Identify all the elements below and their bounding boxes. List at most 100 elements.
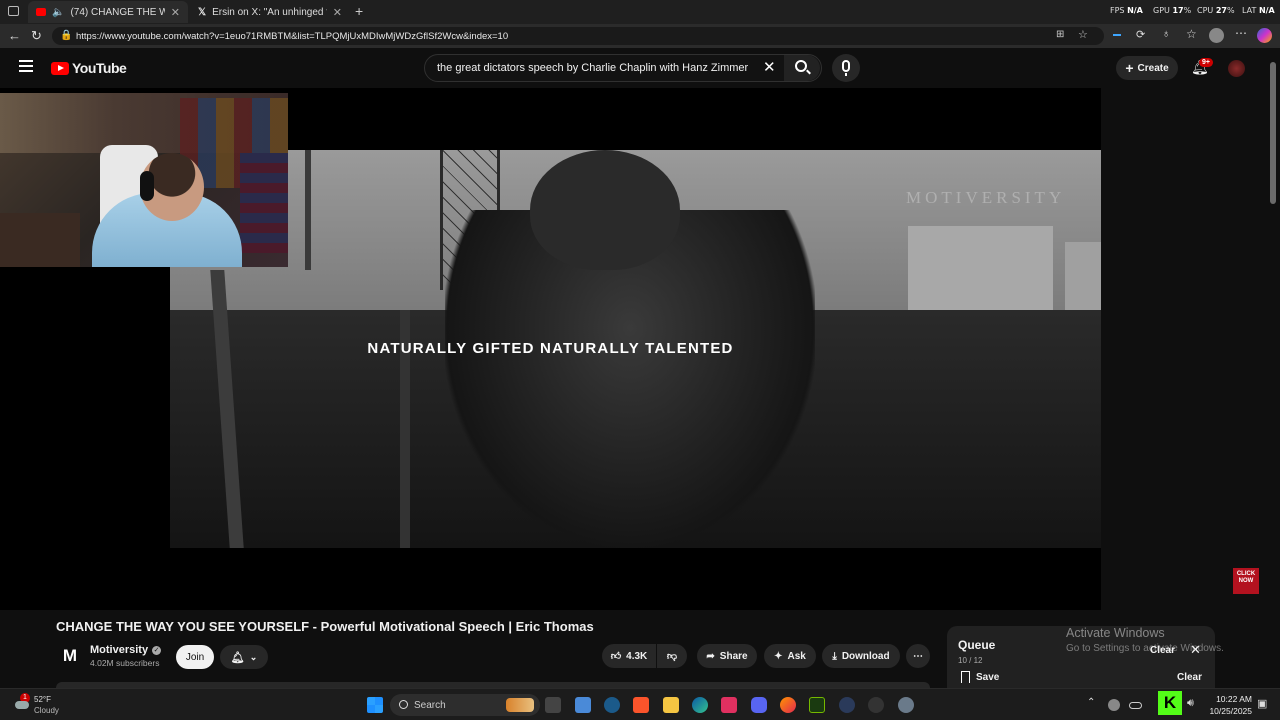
- voice-search-button[interactable]: [832, 54, 860, 82]
- close-tab-icon[interactable]: ✕: [333, 6, 342, 19]
- profile-avatar[interactable]: [1209, 28, 1224, 43]
- channel-info: Motiversity ✓ 4.02M subscribers: [90, 644, 162, 668]
- discord-icon[interactable]: [751, 697, 767, 713]
- fps-readout: FPS N/A: [1110, 6, 1143, 15]
- youtube-logo-text: YouTube: [72, 60, 127, 76]
- task-view-icon[interactable]: [545, 697, 561, 713]
- tab-x[interactable]: 𝕏 Ersin on X: "An unhinged female ✕: [190, 1, 350, 23]
- gpu-readout: GPU 17%: [1153, 6, 1192, 15]
- x-favicon-icon: 𝕏: [198, 6, 207, 18]
- settings-gear-icon[interactable]: [898, 697, 914, 713]
- site-info-icon[interactable]: 🔒: [60, 30, 72, 41]
- cloud-icon: [15, 701, 29, 709]
- chevron-up-icon[interactable]: ⌃: [1087, 697, 1095, 708]
- join-button[interactable]: Join: [176, 645, 214, 669]
- tab-title: (74) CHANGE THE WAY YOU: [70, 6, 165, 18]
- like-button[interactable]: 👍︎ 4.3K: [602, 644, 656, 668]
- youtube-header: YouTube the great dictators speech by Ch…: [0, 48, 1280, 88]
- more-actions-button[interactable]: ⋯: [906, 644, 930, 668]
- building-shape: [908, 226, 1053, 316]
- steam-tray-icon[interactable]: [1108, 699, 1120, 711]
- brave-icon[interactable]: [633, 697, 649, 713]
- kick-app-icon[interactable]: K: [1158, 691, 1182, 715]
- recording-app-icon[interactable]: [868, 697, 884, 713]
- steam-icon[interactable]: [604, 697, 620, 713]
- video-caption: NATURALLY GIFTED NATURALLY TALENTED: [367, 340, 734, 357]
- clock-time[interactable]: 10:22 AM: [1210, 694, 1252, 704]
- download-button[interactable]: ⤓ Download: [822, 644, 900, 668]
- ask-button[interactable]: ✦ Ask: [764, 644, 816, 668]
- windows-start-icon[interactable]: [367, 697, 383, 713]
- favorite-star-icon[interactable]: ☆: [1078, 28, 1088, 41]
- browser-essentials-icon[interactable]: ♁: [1162, 28, 1170, 40]
- bookmark-icon: [961, 671, 970, 683]
- address-bar[interactable]: 🔒 https://www.youtube.com/watch?v=1euo71…: [52, 27, 1104, 45]
- new-tab-icon[interactable]: +: [355, 3, 363, 19]
- queue-clear-button-2[interactable]: Clear: [1177, 672, 1202, 683]
- notification-count-badge: 9+: [1199, 58, 1213, 67]
- download-icon: ⤓: [832, 650, 837, 662]
- firefox-icon[interactable]: [780, 697, 796, 713]
- youtube-logo[interactable]: YouTube: [51, 60, 127, 76]
- weather-widget[interactable]: 1 52°F Cloudy: [12, 693, 72, 717]
- search-highlight-icon: [506, 698, 534, 712]
- tab-title: Ersin on X: "An unhinged female: [212, 6, 327, 18]
- app-available-icon[interactable]: ⊞: [1056, 29, 1064, 40]
- lat-readout: LAT N/A: [1242, 6, 1275, 15]
- more-options-icon[interactable]: ⋯: [1235, 26, 1247, 40]
- youtube-play-icon: [51, 61, 69, 75]
- channel-name[interactable]: Motiversity: [90, 644, 148, 656]
- tiktok-icon[interactable]: [721, 697, 737, 713]
- nvidia-icon[interactable]: [809, 697, 825, 713]
- video-title: CHANGE THE WAY YOU SEE YOURSELF - Powerf…: [56, 619, 594, 634]
- search-query-text: the great dictators speech by Charlie Ch…: [437, 62, 749, 74]
- back-icon[interactable]: ←: [8, 28, 21, 43]
- subscriber-count: 4.02M subscribers: [90, 658, 160, 668]
- weather-desc: Cloudy: [34, 706, 59, 715]
- tab-actions-icon[interactable]: [8, 6, 19, 16]
- onedrive-icon[interactable]: [1129, 702, 1142, 709]
- volume-icon[interactable]: 🔊︎: [1187, 697, 1194, 710]
- taskbar-search[interactable]: Search: [390, 694, 540, 716]
- clear-search-icon[interactable]: ✕: [763, 58, 776, 76]
- search-icon: [399, 700, 408, 709]
- clock-date[interactable]: 10/25/2025: [1208, 706, 1252, 716]
- create-button[interactable]: + Create: [1116, 56, 1178, 80]
- thumbs-down-icon: 👎︎: [666, 651, 678, 662]
- edge-icon[interactable]: [692, 697, 708, 713]
- subscribe-end-card[interactable]: CLICK NOW: [1233, 568, 1259, 594]
- chevron-down-icon: ⌄: [249, 651, 258, 662]
- speaker-icon[interactable]: 🔈: [52, 7, 64, 18]
- hamburger-menu-icon[interactable]: [19, 60, 33, 72]
- queue-title: Queue: [958, 638, 996, 652]
- account-avatar[interactable]: [1228, 60, 1245, 77]
- close-tab-icon[interactable]: ✕: [171, 6, 180, 19]
- cpu-readout: CPU 27%: [1197, 6, 1235, 15]
- notification-center-icon[interactable]: ▣: [1257, 697, 1267, 710]
- extensions-icon[interactable]: ⟳: [1136, 28, 1145, 41]
- obs-icon[interactable]: [839, 697, 855, 713]
- subscription-bell-button[interactable]: 🔔︎ ⌄: [220, 645, 268, 669]
- channel-avatar[interactable]: M: [60, 646, 80, 666]
- favorites-icon[interactable]: ☆: [1186, 27, 1197, 41]
- reload-icon[interactable]: ↻: [31, 28, 42, 44]
- more-horizontal-icon: ⋯: [913, 650, 923, 662]
- search-button[interactable]: [784, 55, 820, 81]
- queue-position: 10 / 12: [958, 656, 983, 665]
- activate-windows-heading: Activate Windows: [1066, 626, 1165, 640]
- plus-icon: +: [1125, 60, 1134, 76]
- channel-watermark: MOTIVERSITY: [906, 188, 1066, 207]
- browser-toolbar: ← ↻ 🔒 https://www.youtube.com/watch?v=1e…: [0, 24, 1280, 48]
- activate-windows-text: Go to Settings to activate Windows.: [1066, 643, 1224, 654]
- queue-save-button[interactable]: Save: [961, 671, 999, 683]
- notepad-icon[interactable]: [575, 697, 591, 713]
- share-button[interactable]: ➦ Share: [697, 644, 757, 668]
- scrollbar-thumb[interactable]: [1270, 62, 1276, 204]
- dislike-button[interactable]: 👎︎: [657, 644, 687, 668]
- share-icon: ➦: [706, 650, 715, 662]
- file-explorer-icon[interactable]: [663, 697, 679, 713]
- tab-youtube[interactable]: 🔈 (74) CHANGE THE WAY YOU ✕: [28, 1, 188, 23]
- copilot-icon[interactable]: [1257, 28, 1272, 43]
- browser-tab-strip: 🔈 (74) CHANGE THE WAY YOU ✕ 𝕏 Ersin on X…: [0, 0, 1280, 24]
- secondary-column: [1101, 88, 1268, 610]
